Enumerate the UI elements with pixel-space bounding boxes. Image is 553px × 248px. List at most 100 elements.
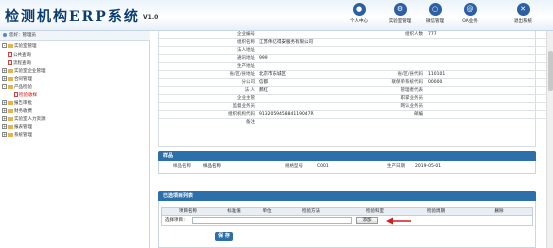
select-item-row: 选择项目： 添加 [161,216,533,226]
sidebar-item-label: 实验室人力资源 [14,117,46,122]
info-row: 组织名称 江苏伟亿得安服务有限公司 [159,39,553,47]
sidebar-item-label: 报表管理 [14,125,32,130]
sidebar-item-sample-receipt[interactable]: 检验收样 [14,92,37,99]
nav-personal-center[interactable]: ● 个人中心 [342,3,376,29]
field-label: 监督业务员 [232,104,256,109]
field-value: 北京市东城区 [259,72,286,77]
sidebar-item-report-approval[interactable]: + 报告审批 [2,100,32,107]
field-label: 职掌业务员 [400,96,424,101]
field-label: 法人地址 [237,48,255,53]
info-row: 监督业务员 网认业务员 [159,103,553,111]
sidebar-item-label: 系统管理 [14,133,32,138]
nav-logout[interactable]: ✕ 退出系统 [506,3,540,29]
expand-icon[interactable]: + [2,108,7,113]
folder-icon [8,108,13,113]
nav-label: 退出系统 [514,19,532,24]
field-value: 郝红 [259,88,268,93]
field-label: 省/区/县地址 [229,72,255,77]
save-button[interactable]: 保 存 [215,232,233,241]
vertical-scrollbar[interactable] [546,31,553,248]
sample-panel: 样品名称 样品名称 规格型号 C001 生产日期 2019-05-01 [158,161,536,174]
column-header: 删除 [494,209,504,214]
sidebar-item-label: 财务收费 [14,109,32,114]
model-value: C001 [317,164,329,169]
info-row: 分公司 信都 联保单系统代码 00000 [159,79,553,87]
tree-root[interactable]: - 实验室管理 [2,43,37,50]
sidebar-item-finance-charges[interactable]: + 财务收费 [2,108,32,115]
page-icon [14,92,18,97]
production-date-value: 2019-05-01 [415,164,442,169]
field-label: 组织名称 [237,40,255,45]
column-header: 检验科室 [366,209,384,214]
info-row: 组织机构代码 913205945884119047R 邮编 [159,111,553,119]
folder-icon [8,124,13,129]
items-panel: 项目名称 标准值 单位 检验方法 检验科室 检验周期 删除 选择项目： 添加 保… [158,201,536,248]
sidebar-item-label: 合同管理 [14,77,32,82]
field-label: 网认业务员 [400,104,424,109]
sidebar-item-reports[interactable]: + 报表管理 [2,124,32,131]
nav-oa-business[interactable]: @ OA业务 [453,3,487,29]
sidebar-item-product-inspection[interactable]: - 产品检验 [2,84,32,91]
column-header: 标准值 [227,209,241,214]
field-value: 00000 [428,80,443,85]
user-icon [3,32,7,37]
expand-icon[interactable]: + [2,124,7,129]
tree-root-label: 实验室管理 [14,44,37,49]
field-label: 联保单系统代码 [391,80,424,85]
folder-icon [8,84,13,89]
folder-icon [8,132,13,137]
expand-icon[interactable]: + [2,100,7,105]
folder-icon [8,100,13,105]
folder-icon [8,76,13,81]
items-panel-title: 已选项目列表 [158,191,536,201]
model-label: 规格型号 [285,164,303,169]
wechat-icon: ○ [428,3,442,16]
nav-label: 个人中心 [350,19,368,24]
expand-icon[interactable]: + [2,116,7,121]
sidebar-item-contract-management[interactable]: + 合同管理 [2,76,32,83]
page-icon [8,60,12,65]
folder-icon [8,43,13,48]
breadcrumb: 您好：管理员 [0,31,150,41]
page-icon [8,52,12,57]
field-label: 组织人数 [405,32,423,37]
sidebar-item-public-query[interactable]: 公共查询 [8,52,31,59]
collapse-icon[interactable]: - [2,43,7,48]
nav-lab-management[interactable]: ⚙ 实验室管理 [383,3,417,29]
info-row: 通讯地址 999 [159,55,553,63]
arrow-annotation-icon [386,217,411,225]
info-row: 法 人 郝红 管理者代表 [159,87,553,95]
sidebar-item-label: 报告审批 [14,101,32,106]
sidebar-item-hr[interactable]: + 实验室人力资源 [2,116,46,123]
expand-icon[interactable]: + [2,68,7,73]
welcome-text: 您好：管理员 [9,33,36,38]
sidebar-item-label: 产品检验 [14,85,32,90]
info-row: 企业主管 职掌业务员 [159,95,553,103]
sample-name-label: 样品名称 [173,164,191,169]
info-row: 法人地址 [159,47,553,55]
expand-icon[interactable]: + [2,132,7,137]
field-label: 企业编号 [237,32,255,37]
sidebar-item-label: 公共查询 [13,53,31,58]
info-row: 生产地址 [159,63,553,71]
column-header: 项目名称 [179,209,197,214]
sidebar-item-label: 流程查询 [13,61,31,66]
field-value: 信都 [259,80,268,85]
nav-label: 微信管理 [426,19,444,24]
field-value: 999 [259,56,268,61]
sidebar-item-enterprise-management[interactable]: + 实验室企业管理 [2,68,46,75]
lab-icon: ⚙ [393,3,407,16]
select-item-input[interactable] [192,217,352,224]
collapse-icon[interactable]: - [2,84,7,89]
nav-wechat-management[interactable]: ○ 微信管理 [418,3,452,29]
field-label: 省/区/县代码 [397,72,423,77]
sidebar-item-system[interactable]: + 系统管理 [2,132,32,139]
top-header: 检测机构ERP系统 V1.0 ● 个人中心 ⚙ 实验室管理 ○ 微信管理 @ O… [0,0,553,31]
field-value: 777 [428,32,437,37]
scrollbar-thumb[interactable] [548,51,553,91]
expand-icon[interactable]: + [2,76,7,81]
logout-icon: ✕ [516,3,530,16]
sidebar-item-process-query[interactable]: 流程查询 [8,60,31,67]
folder-icon [8,116,13,121]
add-button[interactable]: 添加 [356,217,378,224]
